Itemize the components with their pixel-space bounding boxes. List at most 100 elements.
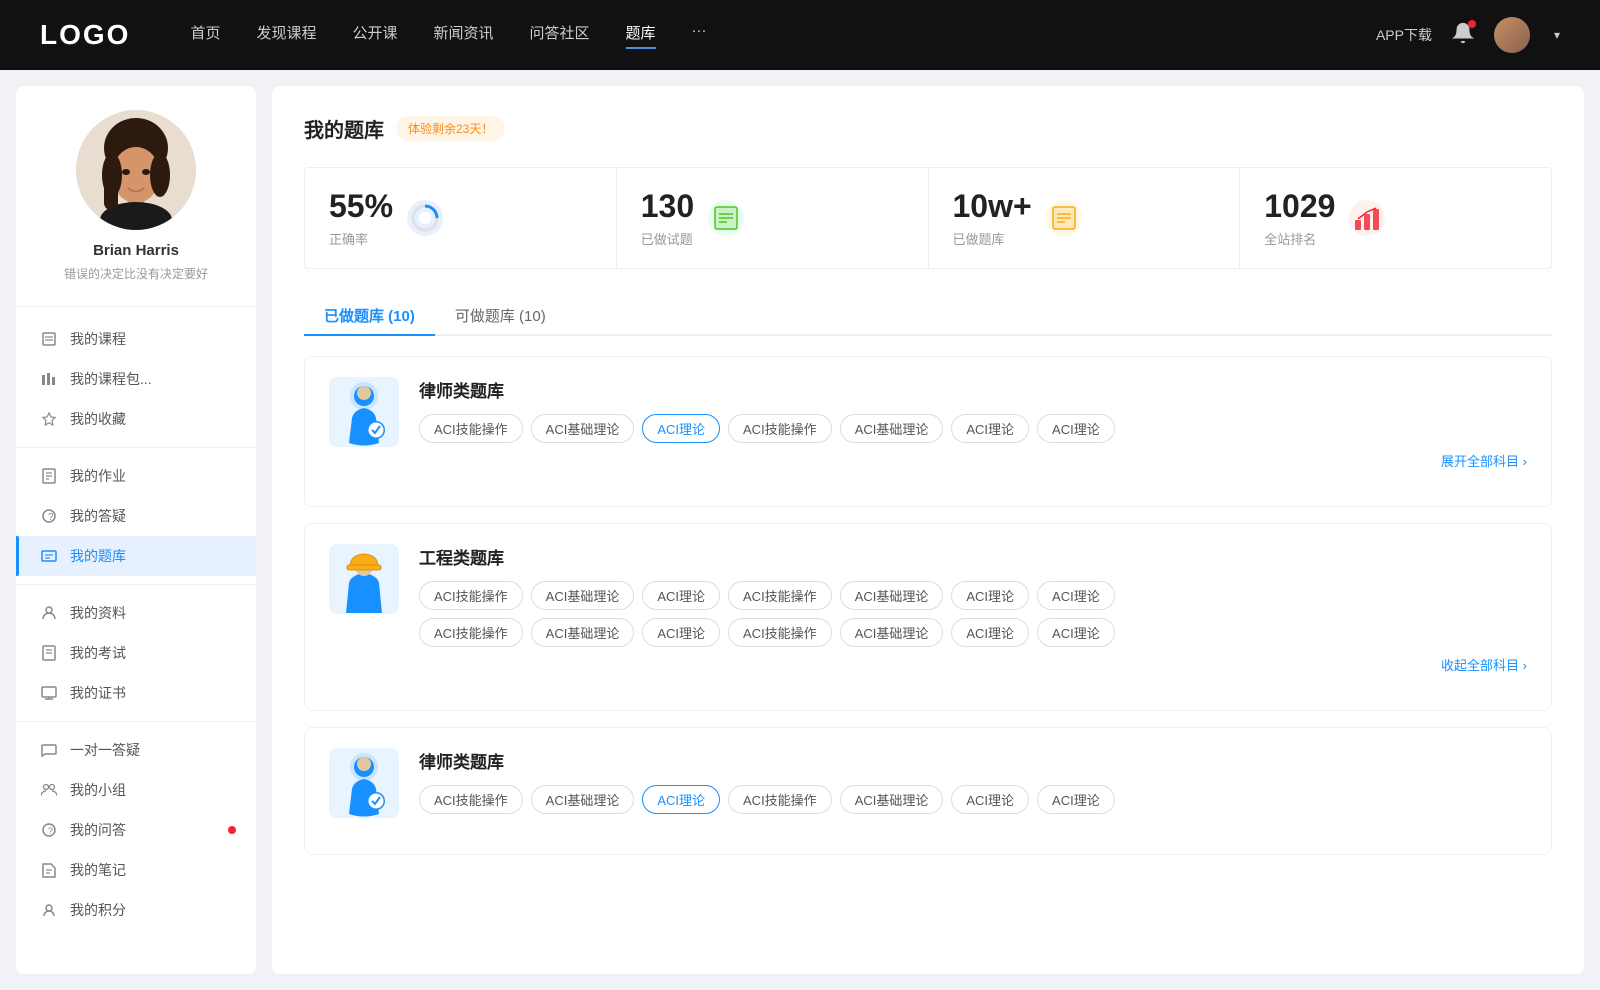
stat-rank-value: 1029	[1264, 188, 1335, 225]
mycert-icon	[40, 684, 58, 702]
sidebar-item-mynotes[interactable]: 我的笔记	[16, 850, 256, 890]
header: LOGO 首页 发现课程 公开课 新闻资讯 问答社区 题库 ··· APP下载 …	[0, 0, 1600, 70]
tab-done-banks[interactable]: 已做题库 (10)	[304, 297, 435, 334]
divider	[16, 721, 256, 722]
sidebar-item-myqbank[interactable]: 我的题库	[16, 536, 256, 576]
qbank-tag[interactable]: ACI理论	[1037, 785, 1115, 814]
sidebar-item-label: 我的证书	[70, 683, 126, 703]
sidebar-item-myexam[interactable]: 我的考试	[16, 633, 256, 673]
stat-done-banks-icon	[1046, 200, 1082, 236]
qbank-tag[interactable]: ACI理论	[642, 618, 720, 647]
qbank-tag[interactable]: ACI基础理论	[840, 618, 944, 647]
qbank-tag-active[interactable]: ACI理论	[642, 414, 720, 443]
qbank-tag[interactable]: ACI理论	[1037, 581, 1115, 610]
oneone-icon	[40, 741, 58, 759]
myexam-icon	[40, 644, 58, 662]
qbank-tag[interactable]: ACI技能操作	[419, 785, 523, 814]
mycourse-icon	[40, 330, 58, 348]
qbank-expand-2[interactable]: 收起全部科目 ›	[419, 655, 1527, 674]
stat-done-questions: 130 已做试题	[617, 168, 929, 268]
stat-done-questions-left: 130 已做试题	[641, 188, 694, 248]
divider	[16, 584, 256, 585]
stat-rank: 1029 全站排名	[1240, 168, 1551, 268]
sidebar-item-mycert[interactable]: 我的证书	[16, 673, 256, 713]
qbank-tag[interactable]: ACI理论	[951, 581, 1029, 610]
qbank-icon-engineer	[329, 544, 399, 614]
main-layout: Brian Harris 错误的决定比没有决定要好 我的课程 我的课程包...	[0, 70, 1600, 990]
qbank-tag[interactable]: ACI理论	[642, 581, 720, 610]
sidebar-item-label: 我的收藏	[70, 409, 126, 429]
qbank-header-1: 律师类题库 ACI技能操作 ACI基础理论 ACI理论 ACI技能操作 ACI基…	[329, 377, 1527, 470]
qbank-tag[interactable]: ACI理论	[1037, 414, 1115, 443]
stats-row: 55% 正确率 130 已做试题	[304, 167, 1552, 269]
sidebar: Brian Harris 错误的决定比没有决定要好 我的课程 我的课程包...	[16, 86, 256, 974]
stat-rank-icon	[1349, 200, 1385, 236]
sidebar-item-label: 我的题库	[70, 546, 126, 566]
qbank-tags-1: ACI技能操作 ACI基础理论 ACI理论 ACI技能操作 ACI基础理论 AC…	[419, 414, 1527, 443]
myprofile-icon	[40, 604, 58, 622]
qbank-tag[interactable]: ACI理论	[1037, 618, 1115, 647]
tab-available-banks[interactable]: 可做题库 (10)	[435, 297, 566, 334]
qbank-tag[interactable]: ACI理论	[951, 618, 1029, 647]
qbank-tags-2-row2: ACI技能操作 ACI基础理论 ACI理论 ACI技能操作 ACI基础理论 AC…	[419, 618, 1527, 647]
nav-discover[interactable]: 发现课程	[256, 22, 316, 49]
stat-accuracy-icon	[407, 200, 443, 236]
qbank-header-2: 工程类题库 ACI技能操作 ACI基础理论 ACI理论 ACI技能操作 ACI基…	[329, 544, 1527, 674]
user-dropdown-arrow[interactable]: ▾	[1554, 28, 1560, 42]
sidebar-item-myqanda[interactable]: ? 我的问答	[16, 810, 256, 850]
notification-indicator	[228, 826, 236, 834]
sidebar-item-label: 我的问答	[70, 820, 126, 840]
qbank-tag[interactable]: ACI理论	[951, 785, 1029, 814]
nav-qbank[interactable]: 题库	[626, 22, 656, 49]
stat-done-banks-left: 10w+ 已做题库	[953, 188, 1032, 248]
sidebar-item-label: 我的资料	[70, 603, 126, 623]
page-title: 我的题库	[304, 114, 384, 143]
qbank-tag[interactable]: ACI基础理论	[840, 785, 944, 814]
qbank-tag[interactable]: ACI理论	[951, 414, 1029, 443]
user-avatar[interactable]	[1494, 17, 1530, 53]
nav-qa[interactable]: 问答社区	[530, 22, 590, 49]
sidebar-item-homework[interactable]: 我的作业	[16, 456, 256, 496]
qbank-header-3: 律师类题库 ACI技能操作 ACI基础理论 ACI理论 ACI技能操作 ACI基…	[329, 748, 1527, 818]
qbank-expand-1[interactable]: 展开全部科目 ›	[419, 451, 1527, 470]
qbank-tag[interactable]: ACI基础理论	[531, 414, 635, 443]
notification-bell[interactable]	[1452, 22, 1474, 49]
nav-news[interactable]: 新闻资讯	[434, 22, 494, 49]
qbank-tag[interactable]: ACI基础理论	[531, 581, 635, 610]
qbank-tag[interactable]: ACI技能操作	[419, 414, 523, 443]
qbank-tag[interactable]: ACI基础理论	[840, 414, 944, 443]
sidebar-item-mygroup[interactable]: 我的小组	[16, 770, 256, 810]
sidebar-item-label: 我的积分	[70, 900, 126, 920]
sidebar-item-oneone[interactable]: 一对一答疑	[16, 730, 256, 770]
qbank-tags-3: ACI技能操作 ACI基础理论 ACI理论 ACI技能操作 ACI基础理论 AC…	[419, 785, 1527, 814]
nav-home[interactable]: 首页	[190, 22, 220, 49]
qbank-tag[interactable]: ACI技能操作	[728, 581, 832, 610]
qbank-tag-active[interactable]: ACI理论	[642, 785, 720, 814]
qbank-icon-lawyer-1	[329, 377, 399, 447]
qbank-tag[interactable]: ACI技能操作	[728, 785, 832, 814]
stat-done-questions-icon	[708, 200, 744, 236]
mynotes-icon	[40, 861, 58, 879]
app-download-button[interactable]: APP下载	[1376, 25, 1432, 45]
qbank-tag[interactable]: ACI技能操作	[728, 414, 832, 443]
sidebar-item-favorites[interactable]: 我的收藏	[16, 399, 256, 439]
sidebar-item-coursepackage[interactable]: 我的课程包...	[16, 359, 256, 399]
stat-accuracy-value: 55%	[329, 188, 393, 225]
qbank-tag[interactable]: ACI技能操作	[419, 581, 523, 610]
sidebar-item-myprofile[interactable]: 我的资料	[16, 593, 256, 633]
sidebar-item-myqa[interactable]: ? 我的答疑	[16, 496, 256, 536]
homework-icon	[40, 467, 58, 485]
sidebar-item-label: 一对一答疑	[70, 740, 140, 760]
qbank-tag[interactable]: ACI基础理论	[840, 581, 944, 610]
sidebar-item-label: 我的小组	[70, 780, 126, 800]
nav-opencourse[interactable]: 公开课	[352, 22, 397, 49]
qbank-card-lawyer-2: 律师类题库 ACI技能操作 ACI基础理论 ACI理论 ACI技能操作 ACI基…	[304, 727, 1552, 855]
nav-more[interactable]: ···	[692, 22, 707, 49]
qbank-tag[interactable]: ACI基础理论	[531, 618, 635, 647]
qbank-tags-2-row1: ACI技能操作 ACI基础理论 ACI理论 ACI技能操作 ACI基础理论 AC…	[419, 581, 1527, 610]
qbank-tag[interactable]: ACI基础理论	[531, 785, 635, 814]
qbank-tag[interactable]: ACI技能操作	[728, 618, 832, 647]
qbank-tag[interactable]: ACI技能操作	[419, 618, 523, 647]
sidebar-item-mycourse[interactable]: 我的课程	[16, 319, 256, 359]
sidebar-item-mypoints[interactable]: 我的积分	[16, 890, 256, 930]
